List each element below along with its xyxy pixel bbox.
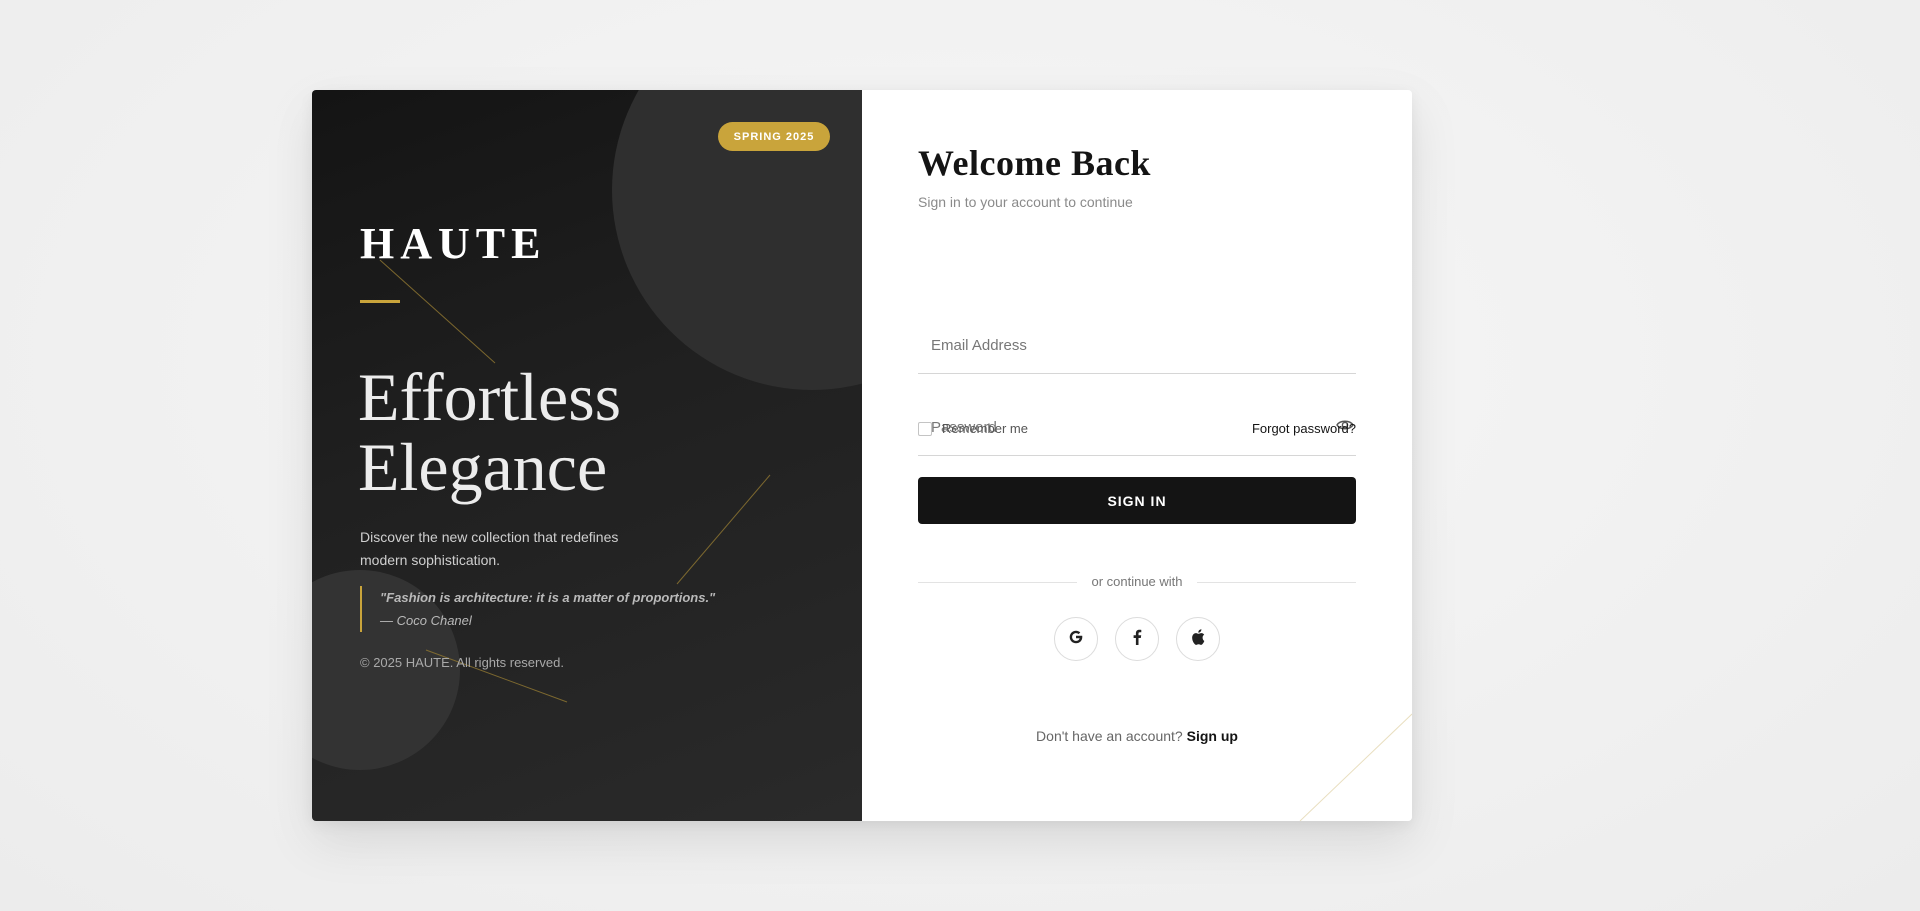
brand-quote: "Fashion is architecture: it is a matter…: [360, 586, 715, 632]
apple-icon: [1191, 628, 1205, 650]
brand-logo: HAUTE: [360, 219, 547, 268]
hero-tagline: Discover the new collection that redefin…: [360, 526, 660, 572]
hero-headline: Effortless Elegance: [358, 362, 621, 502]
login-card: SPRING 2025 HAUTE Effortless Elegance Di…: [312, 90, 1412, 821]
apple-login-button[interactable]: [1176, 617, 1220, 661]
sign-in-button[interactable]: SIGN IN: [918, 477, 1356, 524]
remember-label: Remember me: [942, 421, 1028, 436]
divider: or continue with: [862, 574, 1412, 589]
remember-checkbox[interactable]: [918, 421, 932, 436]
logo-accent-bar: [360, 300, 400, 303]
signup-row: Don't have an account? Sign up: [862, 728, 1412, 744]
sign-up-link[interactable]: Sign up: [1187, 728, 1238, 744]
tagline-line-2: modern sophistication.: [360, 552, 501, 568]
form-options: Remember me Forgot password?: [918, 421, 1356, 441]
google-icon: [1068, 629, 1084, 650]
google-login-button[interactable]: [1054, 617, 1098, 661]
email-field: [918, 318, 1356, 374]
copyright: © 2025 HAUTE. All rights reserved.: [360, 655, 564, 670]
season-badge: SPRING 2025: [718, 122, 830, 151]
remember-me[interactable]: Remember me: [918, 421, 1028, 436]
signup-prompt: Don't have an account?: [1036, 728, 1183, 744]
page-title: Welcome Back: [918, 143, 1151, 183]
page-subtitle: Sign in to your account to continue: [918, 194, 1133, 210]
facebook-login-button[interactable]: [1115, 617, 1159, 661]
tagline-line-1: Discover the new collection that redefin…: [360, 529, 619, 545]
facebook-icon: [1132, 629, 1142, 650]
quote-text: "Fashion is architecture: it is a matter…: [380, 590, 716, 605]
email-input[interactable]: [918, 318, 1356, 373]
quote-author: — Coco Chanel: [380, 613, 472, 628]
divider-label: or continue with: [1077, 574, 1197, 589]
brand-panel: SPRING 2025 HAUTE Effortless Elegance Di…: [312, 90, 862, 821]
headline-line-1: Effortless: [358, 359, 622, 435]
headline-line-2: Elegance: [358, 429, 608, 505]
forgot-password-link[interactable]: Forgot password?: [1252, 421, 1356, 436]
login-panel: Welcome Back Sign in to your account to …: [862, 90, 1412, 821]
